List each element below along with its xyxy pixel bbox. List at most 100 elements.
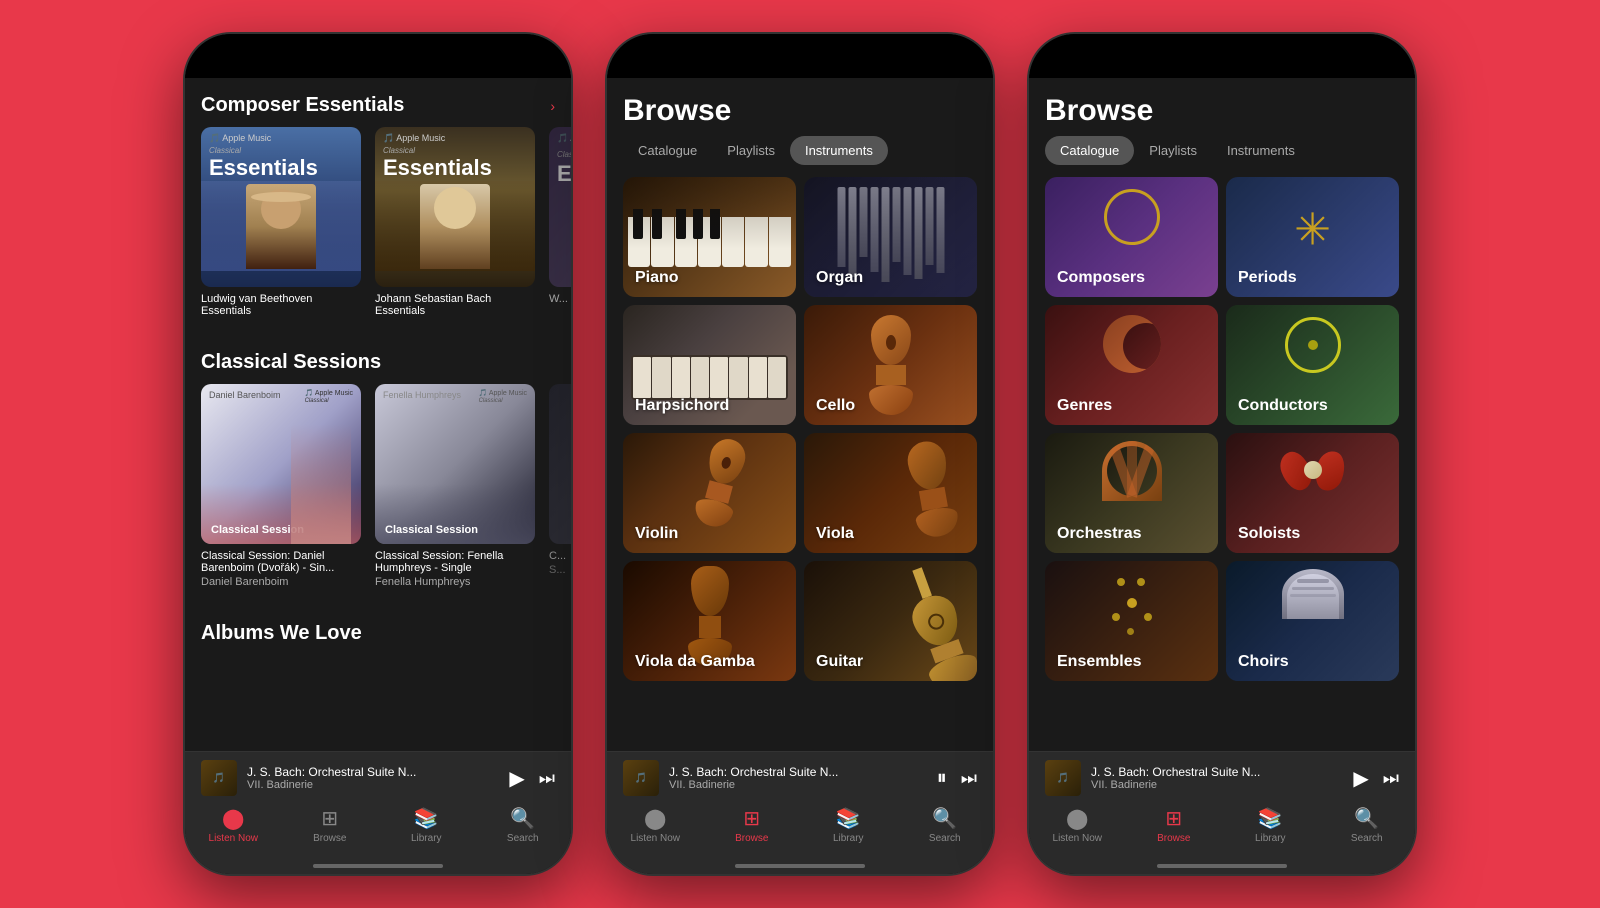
session1-label: Daniel Barenboim (209, 390, 281, 400)
skip-button-2[interactable]: ⏭ (961, 768, 977, 789)
tab-instruments-2[interactable]: Instruments (790, 136, 888, 165)
play-button-3[interactable]: ▶ (1353, 766, 1368, 791)
category-choirs[interactable]: Choirs (1226, 561, 1399, 681)
category-conductors[interactable]: Conductors (1226, 305, 1399, 425)
composers-label: Composers (1057, 269, 1145, 287)
nav-listen-now-2[interactable]: ⬤ Listen Now (625, 806, 685, 844)
player-title-3: J. S. Bach: Orchestral Suite N... (1091, 765, 1343, 779)
browse-label-1: Browse (313, 833, 346, 844)
screen-3: Browse Catalogue Playlists Instruments C… (1029, 78, 1415, 874)
beethoven-essentials-text: Essentials (201, 155, 361, 181)
session2-artist: Fenella Humphreys (375, 576, 535, 588)
scroll-3[interactable]: Browse Catalogue Playlists Instruments C… (1029, 78, 1415, 751)
home-bar-2 (735, 864, 865, 868)
category-periods[interactable]: ✳ Periods (1226, 177, 1399, 297)
nav-library-1[interactable]: 📚 Library (396, 806, 456, 844)
category-orchestras[interactable]: Orchestras (1045, 433, 1218, 553)
nav-browse-2[interactable]: ⊞ Browse (722, 806, 782, 844)
nav-listen-now-1[interactable]: ⬤ Listen Now (203, 806, 263, 844)
scroll-2[interactable]: Browse Catalogue Playlists Instruments (607, 78, 993, 751)
session3-card[interactable]: C... S... (549, 384, 571, 590)
violin-label: Violin (635, 525, 678, 543)
albums-we-love-title: Albums We Love (201, 622, 362, 645)
nav-library-2[interactable]: 📚 Library (818, 806, 878, 844)
library-icon-3: 📚 (1258, 806, 1283, 831)
player-thumb-icon-2: 🎵 (635, 773, 647, 784)
search-label-3: Search (1351, 833, 1383, 844)
scroll-1[interactable]: Composer Essentials › 🎵 Apple Music Clas… (185, 78, 571, 751)
nav-search-2[interactable]: 🔍 Search (915, 806, 975, 844)
session3-art (549, 384, 571, 544)
nav-listen-now-3[interactable]: ⬤ Listen Now (1047, 806, 1107, 844)
nav-search-1[interactable]: 🔍 Search (493, 806, 553, 844)
viola-label: Viola (816, 525, 854, 543)
piano-label: Piano (635, 269, 679, 287)
listen-now-icon-2: ⬤ (644, 806, 666, 831)
bottom-nav-1: ⬤ Listen Now ⊞ Browse 📚 Library 🔍 Search (185, 800, 571, 864)
bach-album-card[interactable]: 🎵 Apple Music Classical Essentials (375, 127, 535, 319)
harpsichord-label: Harpsichord (635, 397, 729, 415)
category-genres[interactable]: Genres (1045, 305, 1218, 425)
catalogue-grid: Composers ✳ Periods (1029, 177, 1415, 681)
notch-3 (1162, 42, 1282, 70)
instrument-organ[interactable]: Organ (804, 177, 977, 297)
section-header-albums: Albums We Love (185, 606, 571, 655)
search-icon-2: 🔍 (932, 806, 957, 831)
skip-button-3[interactable]: ⏭ (1383, 768, 1399, 789)
beethoven-badge: 🎵 Apple Music (209, 133, 271, 144)
category-soloists[interactable]: Soloists (1226, 433, 1399, 553)
instrument-harpsichord[interactable]: Harpsichord (623, 305, 796, 425)
category-composers[interactable]: Composers (1045, 177, 1218, 297)
beethoven-album-card[interactable]: 🎵 Apple Music Classical Essentials (201, 127, 361, 319)
tab-catalogue-3[interactable]: Catalogue (1045, 136, 1134, 165)
browse-label-3: Browse (1157, 833, 1190, 844)
more-album-card[interactable]: 🎵 Apple Music Classical Essentials W... (549, 127, 571, 319)
session-fenella-card[interactable]: Fenella Humphreys 🎵 Apple MusicClassical… (375, 384, 535, 590)
instrument-viola-gamba[interactable]: Viola da Gamba (623, 561, 796, 681)
session1-artist: Daniel Barenboim (201, 576, 361, 588)
player-content-1: 🎵 J. S. Bach: Orchestral Suite N... VII.… (201, 760, 555, 796)
listen-now-icon-1: ⬤ (222, 806, 244, 831)
bach-album-art: 🎵 Apple Music Classical Essentials (375, 127, 535, 287)
organ-label: Organ (816, 269, 863, 287)
skip-button-1[interactable]: ⏭ (539, 768, 555, 789)
albums-spacer (185, 655, 571, 715)
play-button-1[interactable]: ▶ (509, 766, 524, 791)
player-controls-2: ⏸ ⏭ (937, 767, 977, 790)
session-barenboim-card[interactable]: Daniel Barenboim 🎵 Apple MusicClassical … (201, 384, 361, 590)
nav-browse-3[interactable]: ⊞ Browse (1144, 806, 1204, 844)
bach-classical-label: Classical (375, 146, 535, 155)
nav-search-3[interactable]: 🔍 Search (1337, 806, 1397, 844)
screen-1: Composer Essentials › 🎵 Apple Music Clas… (185, 78, 571, 874)
instrument-guitar[interactable]: Guitar (804, 561, 977, 681)
library-label-1: Library (411, 833, 442, 844)
bottom-nav-2: ⬤ Listen Now ⊞ Browse 📚 Library 🔍 Search (607, 800, 993, 864)
instrument-viola[interactable]: Viola (804, 433, 977, 553)
composer-albums-row[interactable]: 🎵 Apple Music Classical Essentials (185, 127, 571, 335)
instrument-violin[interactable]: Violin (623, 433, 796, 553)
library-label-3: Library (1255, 833, 1286, 844)
player-bar-2: 🎵 J. S. Bach: Orchestral Suite N... VII.… (607, 751, 993, 800)
composer-essentials-more[interactable]: › (550, 98, 555, 114)
player-controls-3: ▶ ⏭ (1353, 766, 1399, 791)
more-album-title: W... (549, 293, 571, 305)
sessions-title: Classical Sessions (201, 351, 381, 374)
nav-library-3[interactable]: 📚 Library (1240, 806, 1300, 844)
instrument-cello[interactable]: Cello (804, 305, 977, 425)
status-bar-3 (1029, 34, 1415, 78)
tab-instruments-3[interactable]: Instruments (1212, 136, 1310, 165)
category-ensembles[interactable]: Ensembles (1045, 561, 1218, 681)
player-subtitle-3: VII. Badinerie (1091, 779, 1343, 791)
browse-icon-1: ⊞ (321, 806, 338, 831)
instrument-piano[interactable]: Piano (623, 177, 796, 297)
choirs-label: Choirs (1238, 653, 1289, 671)
player-title-2: J. S. Bach: Orchestral Suite N... (669, 765, 927, 779)
sessions-row[interactable]: Daniel Barenboim 🎵 Apple MusicClassical … (185, 384, 571, 606)
cello-label: Cello (816, 397, 855, 415)
tab-playlists-2[interactable]: Playlists (712, 136, 790, 165)
nav-browse-1[interactable]: ⊞ Browse (300, 806, 360, 844)
home-indicator-1 (185, 864, 571, 874)
pause-button-2[interactable]: ⏸ (937, 767, 947, 790)
tab-catalogue-2[interactable]: Catalogue (623, 136, 712, 165)
tab-playlists-3[interactable]: Playlists (1134, 136, 1212, 165)
